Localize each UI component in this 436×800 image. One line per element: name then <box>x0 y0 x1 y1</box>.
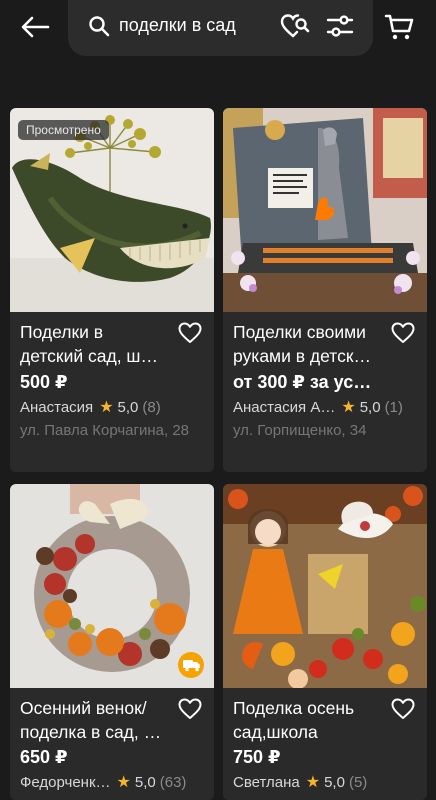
seller-rating: Светлана ★ 5,0 (5) <box>233 772 367 792</box>
review-count: (8) <box>142 398 161 416</box>
rating-value: 5,0 <box>359 398 381 416</box>
product-price: 500 ₽ <box>20 372 68 392</box>
review-count: (63) <box>159 773 187 791</box>
delivery-badge <box>178 652 204 678</box>
seller-name[interactable]: Анастасия А… <box>233 399 335 416</box>
search-icon <box>89 16 110 37</box>
search-input[interactable]: поделки в сад <box>68 0 373 56</box>
seller-name[interactable]: Светлана <box>233 774 300 791</box>
product-photo[interactable] <box>223 108 427 312</box>
product-price: от 300 ₽ за ус… <box>233 372 372 392</box>
top-bar: поделки в сад <box>0 0 436 70</box>
product-price: 650 ₽ <box>20 747 68 767</box>
heart-icon[interactable] <box>178 698 202 720</box>
heart-search-icon[interactable] <box>280 13 310 39</box>
product-address: ул. Павла Корчагина, 28 <box>20 422 190 439</box>
delivery-truck-icon <box>183 660 200 672</box>
back-button[interactable] <box>18 14 52 40</box>
seller-rating: Федорченк… ★ 5,0 (63) <box>20 772 186 792</box>
heart-icon[interactable] <box>178 322 202 344</box>
product-photo[interactable] <box>10 484 214 688</box>
star-icon: ★ <box>99 399 114 416</box>
seller-name[interactable]: Федорченк… <box>20 774 111 791</box>
star-icon: ★ <box>341 399 356 416</box>
product-price: 750 ₽ <box>233 747 281 767</box>
product-card[interactable]: Просмотрено Поделки в детский сад, ш… 50… <box>10 108 214 472</box>
product-image-memorial-craft <box>223 108 427 312</box>
product-image-autumn-doll-craft <box>223 484 427 688</box>
product-card[interactable]: Осенний венок/ поделка в сад, … 650 ₽ Фе… <box>10 484 214 800</box>
product-card[interactable]: Поделки своими руками в детск… от 300 ₽ … <box>223 108 427 472</box>
heart-icon[interactable] <box>391 698 415 720</box>
product-address: ул. Горпищенко, 34 <box>233 422 367 439</box>
review-count: (1) <box>384 398 403 416</box>
rating-value: 5,0 <box>324 773 345 791</box>
seller-rating: Анастасия А… ★ 5,0 (1) <box>233 397 403 417</box>
product-title[interactable]: Осенний венок/ поделка в сад, … <box>20 696 170 744</box>
filter-sliders-icon[interactable] <box>326 13 354 39</box>
cart-button[interactable] <box>384 13 414 41</box>
product-title[interactable]: Поделки своими руками в детск… <box>233 320 383 368</box>
seller-name[interactable]: Анастасия <box>20 399 93 416</box>
review-count: (5) <box>348 773 368 791</box>
seller-rating: Анастасия ★ 5,0 (8) <box>20 397 161 417</box>
product-photo[interactable]: Просмотрено <box>10 108 214 312</box>
product-title[interactable]: Поделки в детский сад, ш… <box>20 320 170 368</box>
viewed-badge: Просмотрено <box>18 120 109 140</box>
search-query[interactable]: поделки в сад <box>119 15 236 36</box>
product-title[interactable]: Поделка осень сад,школа <box>233 696 383 744</box>
star-icon: ★ <box>116 774 131 791</box>
product-photo[interactable] <box>223 484 427 688</box>
product-card[interactable]: Поделка осень сад,школа 750 ₽ Светлана ★… <box>223 484 427 800</box>
rating-value: 5,0 <box>117 398 139 416</box>
heart-icon[interactable] <box>391 322 415 344</box>
cart-icon <box>384 14 414 40</box>
arrow-left-icon <box>21 16 50 38</box>
rating-value: 5,0 <box>134 773 156 791</box>
star-icon: ★ <box>305 774 321 791</box>
